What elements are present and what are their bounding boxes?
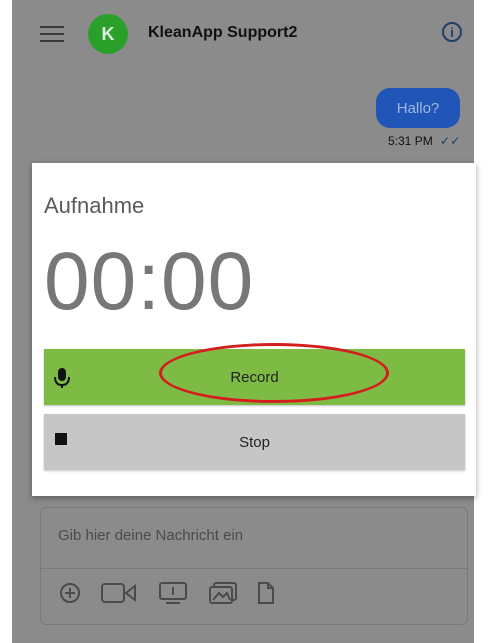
microphone-icon [54,367,70,393]
message-bubble: Hallo? [376,88,460,128]
message-meta: 5:31 PM ✓✓ [388,134,460,148]
screen-share-icon[interactable] [158,580,188,606]
info-icon[interactable]: i [442,22,462,42]
annotation-circle [159,343,389,403]
record-dialog: Aufnahme 00:00 Record Stop [32,163,476,496]
add-icon[interactable] [58,580,82,606]
avatar[interactable]: K [88,14,128,54]
stop-label: Stop [239,433,270,451]
composer-divider [41,568,467,569]
chat-header: K KleanApp Support2 i [12,0,474,72]
dialog-title: Aufnahme [44,193,145,218]
double-check-icon: ✓✓ [440,134,461,148]
message-composer [40,507,468,625]
video-camera-icon[interactable] [100,580,138,606]
menu-icon[interactable] [40,26,64,44]
message-time: 5:31 PM [388,134,433,148]
stop-icon [54,432,68,450]
timer-display: 00:00 [44,236,255,327]
chat-title: KleanApp Support2 [148,24,298,41]
message-input[interactable]: Gib hier deine Nachricht ein [58,527,243,544]
file-icon[interactable] [256,580,276,606]
stop-button[interactable]: Stop [44,414,465,470]
photo-icon[interactable] [208,580,238,606]
